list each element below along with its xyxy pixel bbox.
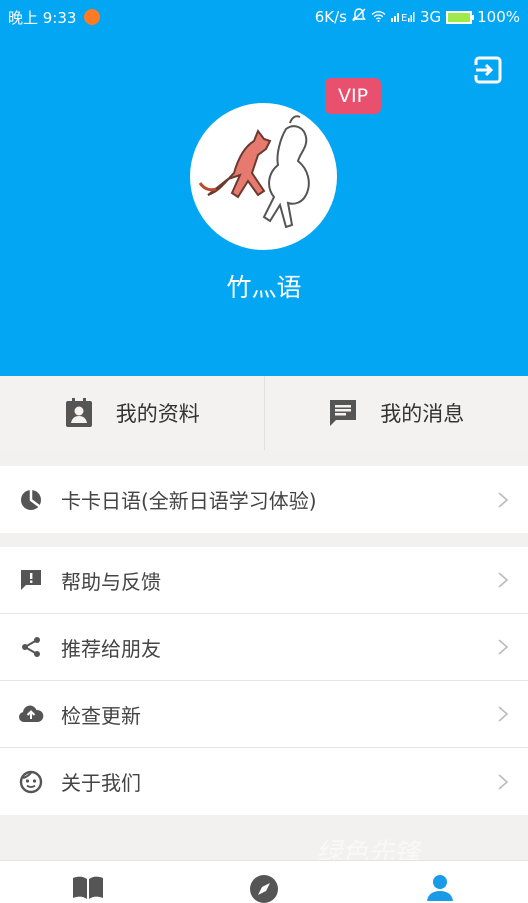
logout-button[interactable] bbox=[470, 52, 506, 88]
feedback-icon bbox=[18, 567, 44, 593]
network-speed: 6K/s bbox=[314, 8, 347, 26]
menu-item-help-feedback[interactable]: 帮助与反馈 bbox=[0, 547, 528, 614]
battery-percent: 100% bbox=[477, 8, 520, 26]
status-bar: 晚上 9:33 6K/s E 3G 100% bbox=[0, 0, 528, 34]
settings-menu-group: 帮助与反馈 推荐给朋友 检查更新 关于我们 bbox=[0, 547, 528, 815]
cloud-upload-icon bbox=[18, 701, 44, 727]
menu-item-kaka-japanese[interactable]: 卡卡日语(全新日语学习体验) bbox=[0, 466, 528, 533]
contact-card-icon bbox=[65, 398, 92, 427]
battery-icon bbox=[446, 10, 475, 24]
my-messages-button[interactable]: 我的消息 bbox=[265, 376, 528, 450]
smiley-icon bbox=[18, 769, 44, 795]
profile-header: 晚上 9:33 6K/s E 3G 100% VIP 竹灬语 bbox=[0, 0, 528, 376]
bell-muted-icon bbox=[352, 8, 366, 26]
status-time: 晚上 9:33 bbox=[8, 8, 77, 27]
share-icon bbox=[18, 634, 44, 660]
menu-label: 推荐给朋友 bbox=[61, 636, 161, 661]
nav-tab-profile[interactable] bbox=[352, 861, 528, 903]
compass-icon bbox=[250, 875, 278, 903]
nav-tab-study[interactable] bbox=[0, 861, 176, 903]
chevron-right-icon bbox=[488, 773, 518, 791]
avatar-image bbox=[198, 115, 310, 229]
svg-text:E: E bbox=[401, 13, 407, 22]
menu-item-check-update[interactable]: 检查更新 bbox=[0, 681, 528, 748]
menu-label: 关于我们 bbox=[61, 771, 141, 795]
my-profile-label: 我的资料 bbox=[115, 402, 200, 426]
book-icon bbox=[73, 876, 103, 899]
wifi-icon bbox=[371, 8, 386, 26]
my-messages-label: 我的消息 bbox=[380, 402, 465, 426]
menu-item-about-us[interactable]: 关于我们 bbox=[0, 748, 528, 815]
person-icon bbox=[427, 875, 453, 901]
notification-icon bbox=[84, 9, 101, 25]
bottom-nav bbox=[0, 860, 528, 903]
quick-actions: 我的资料 我的消息 bbox=[0, 376, 528, 450]
app-logo-icon bbox=[18, 487, 44, 513]
menu-item-recommend-friends[interactable]: 推荐给朋友 bbox=[0, 614, 528, 681]
chevron-right-icon bbox=[488, 638, 518, 656]
message-icon bbox=[330, 400, 357, 426]
signal-icon: E bbox=[390, 8, 415, 26]
vip-badge: VIP bbox=[325, 78, 381, 114]
chevron-right-icon bbox=[488, 705, 518, 723]
app-promo-group: 卡卡日语(全新日语学习体验) bbox=[0, 466, 528, 533]
menu-label: 检查更新 bbox=[61, 703, 141, 728]
my-profile-button[interactable]: 我的资料 bbox=[0, 376, 264, 450]
network-type: 3G bbox=[419, 8, 442, 26]
menu-label: 卡卡日语(全新日语学习体验) bbox=[61, 489, 317, 513]
chevron-right-icon bbox=[488, 491, 518, 509]
chevron-right-icon bbox=[488, 571, 518, 589]
logout-icon bbox=[474, 56, 502, 84]
menu-label: 帮助与反馈 bbox=[61, 569, 161, 594]
nav-tab-discover[interactable] bbox=[176, 861, 352, 903]
username: 竹灬语 bbox=[226, 273, 302, 302]
avatar[interactable] bbox=[190, 103, 337, 250]
